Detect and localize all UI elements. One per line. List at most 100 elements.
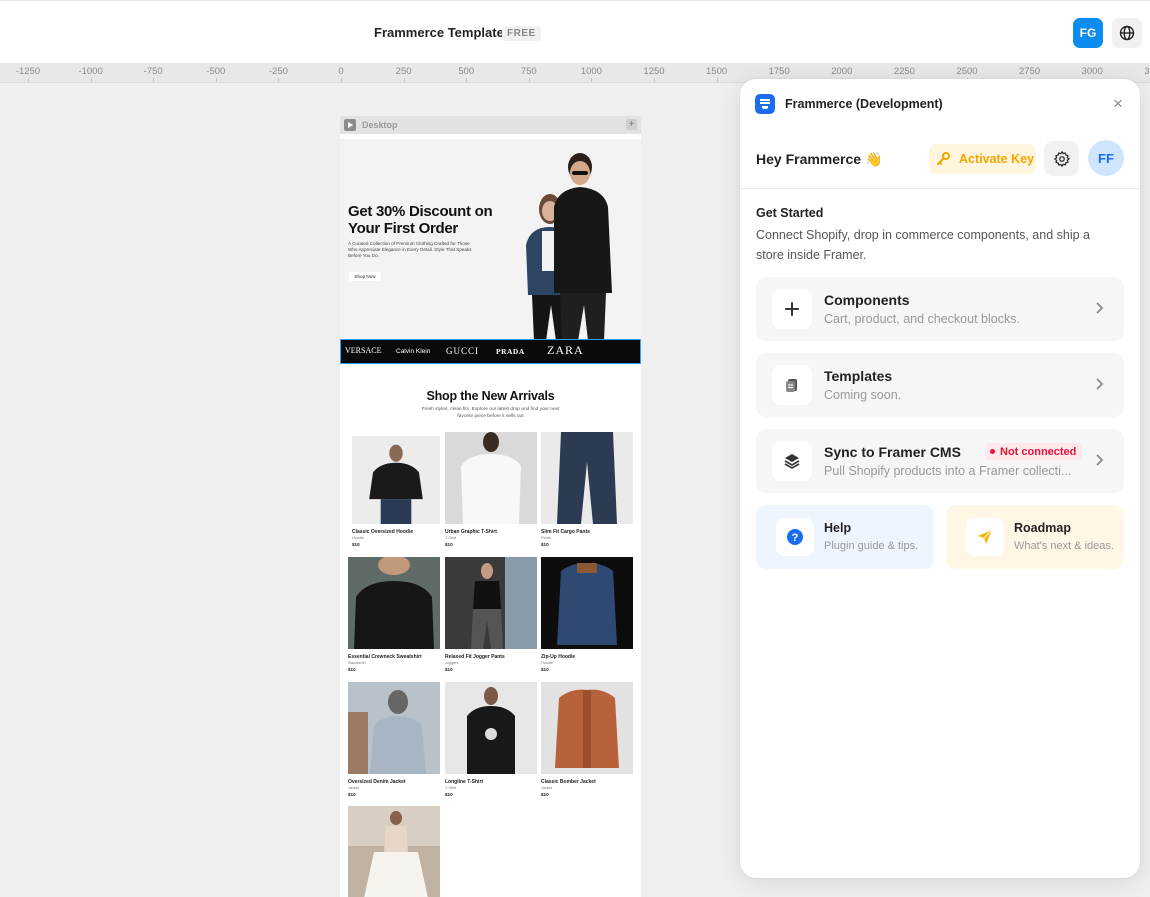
product-card[interactable]: Classic Oversized Hoodie Hoodie $10 [352,436,444,547]
ruler-tick [153,78,155,82]
product-price: $10 [541,792,549,797]
arrivals-subtitle: Fresh styles, clean fits. Explore our la… [421,407,560,419]
publish-button[interactable] [1112,18,1142,48]
svg-text:?: ? [792,532,799,544]
hero-section: Get 30% Discount on Your First Order A C… [340,139,641,339]
product-image [348,806,440,897]
product-image [541,557,633,649]
ruler-tick-label: 1250 [643,66,665,77]
brand-logo: ZARA [547,343,584,357]
ruler-tick-label: 2500 [956,66,978,77]
brand-logo: VERSACE [345,346,382,355]
brand-logo: PRADA [496,347,525,356]
ruler-tick-label: -750 [143,66,163,77]
product-price: $10 [445,792,453,797]
components-card[interactable]: Components Cart, product, and checkout b… [756,277,1124,341]
user-avatar[interactable]: FG [1073,18,1103,48]
template-icon [772,365,812,405]
roadmap-description: What's next & ideas. [1014,540,1114,552]
project-title[interactable]: Frammerce Template [374,25,504,40]
gear-icon [1053,150,1070,167]
frame-header[interactable]: Desktop + [340,116,641,134]
product-card[interactable]: Essential Crewneck Sweatshirt Sweatshirt… [348,557,440,672]
product-card[interactable]: Urban Graphic T-Shirt T-Shirt $10 [445,432,537,547]
help-card[interactable]: ? Help Plugin guide & tips. [756,505,934,569]
close-icon[interactable]: × [1113,95,1123,112]
hero-models-image [526,153,612,339]
templates-card[interactable]: Templates Coming soon. [756,353,1124,417]
ruler-tick-label: -1000 [78,66,103,77]
desktop-frame[interactable]: Get 30% Discount on Your First Order A C… [340,134,641,897]
product-card[interactable]: Longline T-Shirt T-Shirt $10 [445,682,537,797]
card-title: Templates [824,368,893,384]
ruler-tick-label: 1500 [706,66,728,77]
ruler-tick-label: 2000 [831,66,853,77]
product-name: Classic Bomber Jacket [541,779,596,785]
key-icon [937,152,950,165]
ruler-tick [215,78,217,82]
shop-now-button[interactable]: Shop Now [349,272,381,281]
product-price: $10 [541,542,549,547]
layers-icon [772,441,812,481]
ruler-tick [466,78,468,82]
ruler-tick-label: 1750 [768,66,790,77]
activate-key-button[interactable]: Activate Key [929,144,1036,174]
product-card[interactable]: Zip-Up Hoodie Hoodie $10 [541,557,633,672]
product-card[interactable]: Slim Fit Cargo Pants Pants $10 [541,432,633,547]
product-category: Hoodie [541,661,554,665]
section-title: Get Started [756,206,824,220]
arrivals-title: Shop the New Arrivals [426,389,555,403]
product-card[interactable] [348,806,440,897]
chevron-right-icon [1096,302,1104,314]
greeting-row: Hey Frammerce 👋 Activate Key [740,131,1140,189]
status-badge: Not connected [985,443,1083,460]
brand-logo: GUCCI [446,346,480,356]
roadmap-card[interactable]: Roadmap What's next & ideas. [946,505,1124,569]
ruler-tick [341,78,342,82]
product-category: T-Shirt [445,786,457,790]
chevron-right-icon [1096,378,1104,390]
product-card[interactable]: Classic Bomber Jacket Jacket $10 [541,682,633,797]
card-title: Components [824,292,910,308]
product-price: $10 [352,542,360,547]
product-price: $10 [348,667,356,672]
activate-key-label: Activate Key [959,152,1035,166]
ruler-tick-label: -250 [268,66,288,77]
product-category: Pants [541,536,551,540]
product-image [352,436,444,524]
ruler-tick-label: 0 [338,66,344,77]
user-avatar[interactable]: FF [1088,140,1124,176]
product-price: $10 [445,667,453,672]
product-category: Jacket [541,786,552,790]
ruler-tick-label: 2750 [1019,66,1041,77]
greeting-text: Hey Frammerce 👋 [756,151,883,167]
card-description: Pull Shopify products into a Framer coll… [824,464,1072,478]
ruler-tick [403,78,405,82]
sync-cms-card[interactable]: Sync to Framer CMS Not connected Pull Sh… [756,429,1124,493]
globe-icon [1119,25,1135,41]
product-category: Sweatshirt [348,661,366,665]
status-text: Not connected [1000,445,1077,458]
brand-logo: Calvin Klein [396,348,431,355]
plugin-panel: Frammerce (Development) × Hey Frammerce … [740,79,1140,878]
brand-logo-strip: VERSACE Calvin Klein GUCCI PRADA ZARA [340,339,641,364]
product-name: Urban Graphic T-Shirt [445,529,497,535]
product-card[interactable]: Oversized Denim Jacket Jacket $10 [348,682,440,797]
status-dot-icon [990,449,995,454]
product-card[interactable]: Relaxed Fit Jogger Pants Joggers $10 [445,557,537,672]
ruler-tick [90,78,92,82]
ruler-tick-label: -500 [206,66,226,77]
help-title: Help [824,521,852,535]
product-name: Longline T-Shirt [445,779,484,785]
product-image [348,682,440,774]
product-category: Jacket [348,786,359,790]
chevron-right-icon [1096,454,1104,466]
product-name: Relaxed Fit Jogger Pants [445,654,505,660]
ruler-tick-label: 500 [458,66,475,77]
preview-play-icon[interactable] [344,119,356,131]
add-breakpoint-icon[interactable]: + [626,119,637,130]
product-image [348,557,440,649]
settings-button[interactable] [1044,141,1079,176]
product-name: Oversized Denim Jacket [348,779,406,785]
top-bar: Frammerce Template FREE FG [0,0,1150,63]
